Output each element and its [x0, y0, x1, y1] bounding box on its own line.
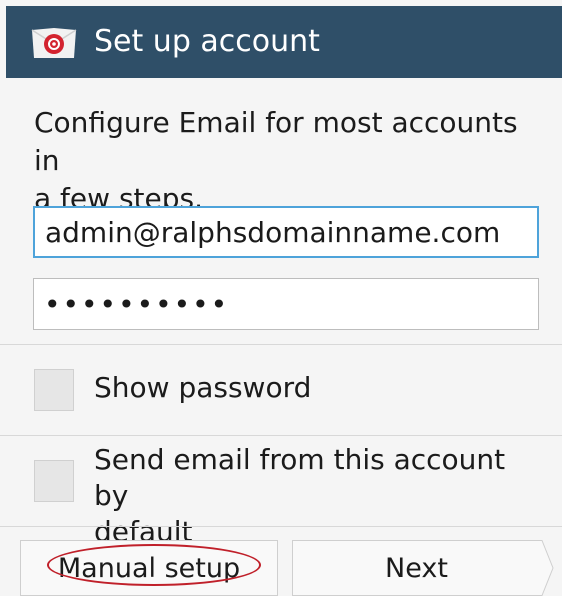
action-bar: Set up account [6, 6, 562, 78]
email-app-icon [31, 28, 77, 58]
next-arrow-icon [540, 540, 554, 596]
show-password-checkbox[interactable] [34, 369, 74, 411]
manual-setup-button[interactable]: Manual setup [20, 540, 278, 596]
next-button[interactable]: Next [292, 540, 554, 596]
default-send-row[interactable]: Send email from this account by default [0, 436, 562, 548]
show-password-label: Show password [94, 371, 312, 404]
default-send-label: Send email from this account by default [94, 443, 506, 548]
email-input[interactable] [33, 206, 539, 258]
next-label: Next [385, 552, 448, 584]
password-input[interactable] [33, 278, 539, 330]
page-title: Set up account [94, 24, 320, 59]
show-password-row[interactable]: Show password [0, 345, 562, 435]
setup-description: Configure Email for most accounts in a f… [34, 106, 518, 215]
manual-setup-label: Manual setup [57, 552, 241, 584]
default-send-checkbox[interactable] [34, 460, 74, 502]
divider [0, 526, 562, 527]
